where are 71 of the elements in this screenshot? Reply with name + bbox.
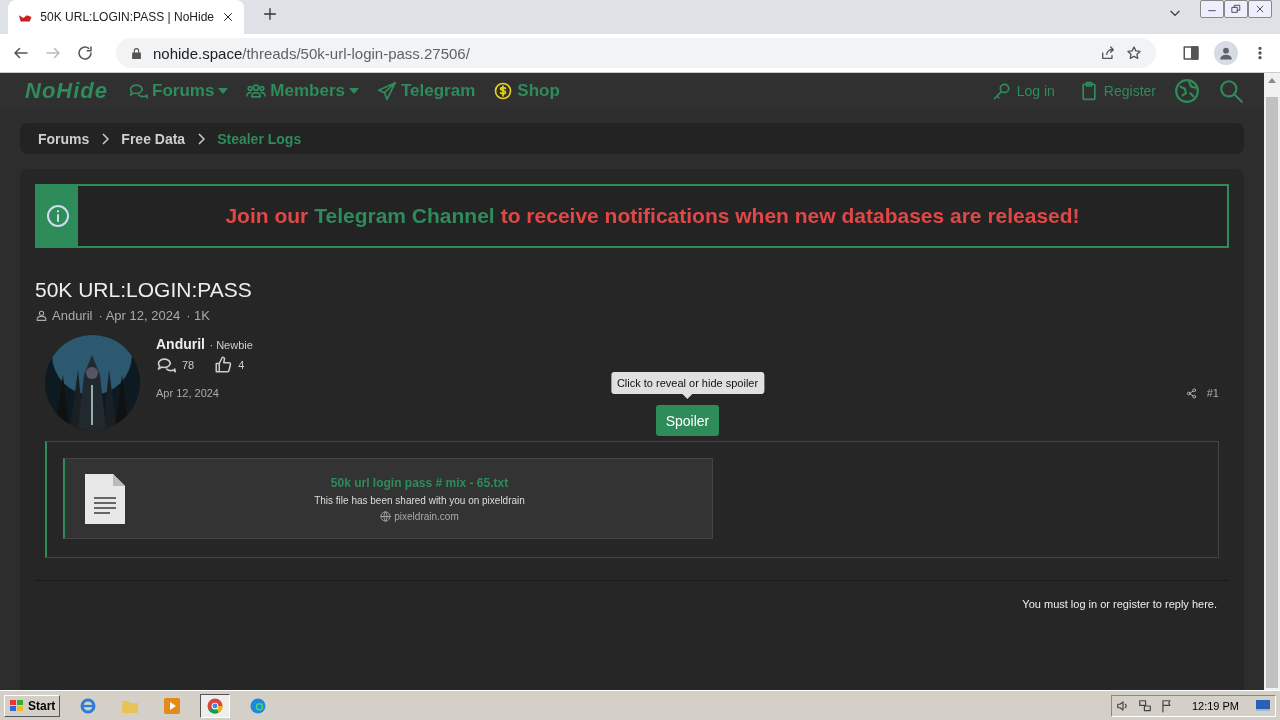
post-number[interactable]: #1 <box>1206 387 1219 399</box>
breadcrumb-link[interactable]: Stealer Logs <box>217 130 302 147</box>
restore-icon <box>1231 4 1241 14</box>
telegram-link[interactable]: Telegram Channel <box>314 204 495 228</box>
globe-icon <box>380 510 392 522</box>
file-description: This file has been shared with you on pixeldrain <box>314 494 525 506</box>
reload-icon <box>76 44 94 62</box>
tooltip-pointer-icon <box>682 394 693 399</box>
restore-button[interactable] <box>1224 0 1248 18</box>
thread-meta: Anduril <box>52 308 93 323</box>
thread-meta: · Apr 12, 2024 <box>98 308 181 323</box>
paper-plane-icon <box>377 81 397 101</box>
search-icon <box>1218 78 1244 104</box>
notice-text: Join our <box>225 204 309 228</box>
coin-icon <box>493 81 514 101</box>
nav-link[interactable]: Forums <box>128 81 229 101</box>
reaction-count: 4 <box>238 359 245 371</box>
account-link[interactable]: Log in <box>991 81 1055 101</box>
address-bar[interactable]: nohide.space/threads/50k-url-login-pass.27506/ <box>116 38 1156 68</box>
file-name[interactable]: 50k url login pass # mix - 65.txt <box>330 475 509 490</box>
info-icon <box>45 204 70 228</box>
nav-link[interactable]: Telegram <box>377 81 476 101</box>
close-icon <box>222 11 234 23</box>
file-source: pixeldrain.com <box>394 510 459 522</box>
scroll-up-icon <box>1268 78 1276 83</box>
speaker-icon <box>1115 698 1130 713</box>
chat-bubbles-icon <box>128 81 148 101</box>
user-rank: · Newbie <box>209 339 253 351</box>
thread-meta: · 1K <box>186 308 210 323</box>
network-icon <box>1137 698 1152 713</box>
close-icon <box>1255 4 1265 14</box>
start-button[interactable]: Start <box>4 694 61 717</box>
messages-icon <box>156 355 176 375</box>
side-panel-icon <box>1182 44 1200 62</box>
close-window-button[interactable] <box>1248 0 1272 18</box>
taskbar-chrome-icon[interactable] <box>200 693 231 718</box>
show-desktop-icon[interactable] <box>1255 698 1271 713</box>
breadcrumb-link[interactable]: Free Data <box>121 130 186 147</box>
share-icon <box>1100 45 1116 61</box>
site-logo[interactable]: NoHide <box>25 78 108 104</box>
key-icon <box>991 81 1012 101</box>
plus-icon <box>262 6 278 22</box>
chevron-right-icon <box>101 132 110 145</box>
post-date: Apr 12, 2024 <box>156 387 219 399</box>
globe-icon <box>1174 78 1200 104</box>
chevron-right-icon <box>197 132 206 145</box>
nav-link[interactable]: Members <box>246 81 359 101</box>
share-icon <box>1185 387 1197 399</box>
clock: 12:19 PM <box>1191 699 1239 712</box>
scrollbar-thumb[interactable] <box>1266 97 1278 688</box>
flag-icon <box>1159 698 1174 713</box>
thread-title: 50K URL:LOGIN:PASS <box>35 278 253 302</box>
user-icon <box>35 309 48 322</box>
document-icon <box>83 471 127 526</box>
message-count: 78 <box>182 359 195 371</box>
browser-tab[interactable]: 50K URL:LOGIN:PASS | NoHide <box>8 0 244 34</box>
notice-text: to receive notifications when new databases are released! <box>500 204 1080 228</box>
attachment-card[interactable]: 50k url login pass # mix - 65.txt This file has been shared with you on pixeldrain pixeldrain.com <box>63 458 713 539</box>
people-icon <box>246 81 267 101</box>
spoiler-button[interactable]: Spoiler <box>655 405 720 436</box>
lock-icon <box>130 46 143 60</box>
star-icon <box>1126 45 1142 61</box>
thumbs-up-icon <box>214 356 233 374</box>
account-link[interactable]: Register <box>1078 81 1156 101</box>
reply-notice: You must log in or register to reply here. <box>1022 598 1217 610</box>
nav-link[interactable]: Shop <box>493 81 560 101</box>
post-author[interactable]: Anduril <box>156 336 205 352</box>
breadcrumb-link[interactable]: Forums <box>38 130 90 147</box>
minimize-button[interactable] <box>1200 0 1224 18</box>
profile-icon[interactable] <box>1214 41 1238 65</box>
windows-logo-icon <box>9 698 25 713</box>
